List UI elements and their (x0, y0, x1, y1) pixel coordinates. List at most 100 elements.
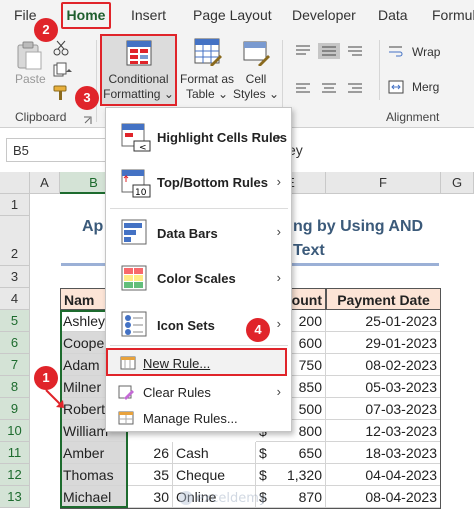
merge-center-icon[interactable] (388, 80, 404, 94)
cell-styles-button[interactable]: Cell Styles ⌄ (232, 36, 280, 106)
ribbon-separator (379, 40, 380, 100)
wrap-text-icon[interactable] (388, 44, 404, 58)
ribbon-separator (96, 40, 97, 122)
tab-page-layout[interactable]: Page Layout (193, 7, 272, 23)
tab-developer[interactable]: Developer (292, 7, 356, 23)
svg-text:10: 10 (135, 188, 147, 198)
menu-item-highlight-cells-rules[interactable]: < Highlight Cells Rules › (106, 114, 291, 160)
name-box[interactable]: B5 (6, 138, 106, 162)
tab-home[interactable]: Home (61, 2, 111, 29)
step-arrow-icon (44, 388, 66, 410)
table-cell-amount[interactable]: 650 (270, 442, 326, 464)
cell-styles-icon (242, 38, 270, 67)
menu-item-new-rule[interactable]: New Rule... (106, 348, 287, 376)
menu-item-data-bars[interactable]: Data Bars › (106, 210, 291, 256)
dialog-launcher-icon[interactable] (83, 113, 92, 124)
row-header-5[interactable]: 5 (0, 310, 30, 332)
table-cell-date[interactable]: 08-02-2023 (326, 354, 441, 376)
menu-item-clear-rules[interactable]: Clear Rules › (106, 379, 291, 405)
row-header-6[interactable]: 6 (0, 332, 30, 354)
format-painter-icon[interactable] (52, 84, 70, 102)
merge-center-label[interactable]: Merg (412, 80, 439, 95)
table-cell-date[interactable]: 05-03-2023 (326, 376, 441, 398)
row-header-10[interactable]: 10 (0, 420, 30, 442)
tab-file[interactable]: File (14, 7, 37, 23)
column-header-f[interactable]: F (326, 172, 441, 194)
submenu-arrow-icon: › (276, 316, 281, 331)
tab-data[interactable]: Data (378, 7, 408, 23)
manage-rules-icon (118, 410, 134, 426)
new-rule-icon (120, 355, 136, 371)
tab-formulas[interactable]: Formul (432, 7, 474, 23)
icon-sets-icon (120, 310, 152, 340)
format-as-table-icon (194, 38, 222, 67)
table-cell-method[interactable]: Cheque (173, 464, 256, 486)
table-cell-name[interactable]: Thomas (60, 464, 128, 486)
table-cell-method[interactable]: Cash (173, 442, 256, 464)
column-header-g[interactable]: G (441, 172, 474, 194)
row-header-7[interactable]: 7 (0, 354, 30, 376)
table-cell-date[interactable]: 18-03-2023 (326, 442, 441, 464)
cut-icon[interactable] (52, 40, 70, 56)
table-cell-currency[interactable]: $ (256, 442, 270, 464)
table-cell-name[interactable]: Amber (60, 442, 128, 464)
conditional-formatting-button[interactable]: Conditional Formatting ⌄ (100, 34, 177, 106)
table-cell-date[interactable]: 29-01-2023 (326, 332, 441, 354)
sheet-title-right: ng by Using AND (293, 218, 424, 235)
menu-separator (110, 208, 288, 209)
menu-item-manage-rules[interactable]: Manage Rules... (106, 405, 291, 431)
conditional-formatting-label-2: Formatting ⌄ (103, 87, 174, 101)
table-cell-date[interactable]: 12-03-2023 (326, 420, 441, 442)
row-header-1[interactable]: 1 (0, 194, 30, 216)
tab-insert[interactable]: Insert (131, 7, 166, 23)
clear-rules-icon (118, 384, 134, 400)
step-badge-4: 4 (246, 318, 270, 342)
select-all-corner[interactable] (0, 172, 30, 194)
cell-styles-label-2: Styles ⌄ (232, 87, 280, 101)
column-header-a[interactable]: A (30, 172, 60, 194)
row-header-13[interactable]: 13 (0, 486, 30, 508)
color-scales-icon (120, 264, 152, 294)
conditional-formatting-icon (126, 40, 152, 66)
menu-item-color-scales[interactable]: Color Scales › (106, 256, 291, 302)
table-cell-age[interactable]: 30 (128, 486, 173, 508)
top-bottom-rules-icon: 10 (120, 168, 152, 198)
format-as-table-button[interactable]: Format as Table ⌄ (180, 36, 234, 106)
ribbon-tab-bar: File Home Insert Page Layout Developer D… (0, 0, 474, 32)
table-cell-name[interactable]: Michael (60, 486, 128, 508)
table-cell-age[interactable]: 26 (128, 442, 173, 464)
clipboard-group-label: Clipboard (15, 110, 67, 124)
submenu-arrow-icon: › (276, 270, 281, 285)
paste-icon[interactable] (14, 40, 44, 70)
svg-text:<: < (139, 143, 147, 152)
row-header-11[interactable]: 11 (0, 442, 30, 464)
row-header-8[interactable]: 8 (0, 376, 30, 398)
format-as-table-label-1: Format as (180, 72, 235, 86)
format-as-table-label-2: Table ⌄ (185, 87, 229, 101)
table-cell-date[interactable]: 08-04-2023 (326, 486, 441, 508)
copy-icon[interactable] (52, 62, 74, 78)
row-header-9[interactable]: 9 (0, 398, 30, 420)
table-cell-date[interactable]: 07-03-2023 (326, 398, 441, 420)
step-badge-2: 2 (34, 18, 58, 42)
menu-item-top-bottom-rules[interactable]: 10 Top/Bottom Rules › (106, 160, 291, 206)
table-cell-age[interactable]: 35 (128, 464, 173, 486)
paste-label: Paste (15, 72, 46, 86)
row-header-12[interactable]: 12 (0, 464, 30, 486)
submenu-arrow-icon: › (276, 384, 281, 399)
table-cell-date[interactable]: 25-01-2023 (326, 310, 441, 332)
table-cell-currency[interactable]: $ (256, 464, 270, 486)
svg-text:exceldemy: exceldemy (196, 491, 267, 506)
wrap-text-label[interactable]: Wrap (412, 45, 440, 60)
table-cell-date[interactable]: 04-04-2023 (326, 464, 441, 486)
row-header-2[interactable]: 2 (0, 216, 30, 266)
step-badge-3: 3 (75, 86, 99, 110)
data-bars-icon (120, 218, 152, 248)
step-badge-1: 1 (34, 366, 58, 390)
row-header-4[interactable]: 4 (0, 288, 30, 310)
table-cell-amount[interactable]: 1,320 (270, 464, 326, 486)
submenu-arrow-icon: › (276, 224, 281, 239)
row-header-3[interactable]: 3 (0, 266, 30, 288)
sheet-title-line2: Text (293, 242, 325, 259)
header-payment-date: Payment Date (326, 288, 441, 310)
